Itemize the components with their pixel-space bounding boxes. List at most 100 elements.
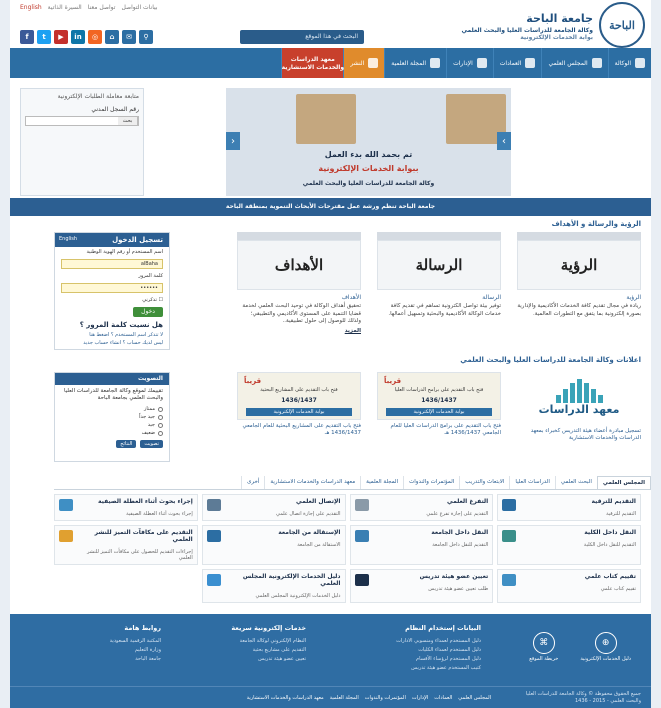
username-label: اسم المستخدم أو رقم الهوية الوطنية	[86, 249, 163, 255]
service-card[interactable]: التقديم على مكافآت التميز للنشر العلمي إج…	[54, 525, 198, 565]
service-card[interactable]: الإتصال العلمي التقديم على إجازة اتصال عل…	[201, 494, 346, 521]
service-card[interactable]: النقل داخل الكلية التقديم للنقل داخل الكل…	[497, 525, 641, 565]
footer-icon-link[interactable]: ⊕ دليل الخدمات الإلكترونية	[580, 632, 631, 662]
create-account-link[interactable]: ليس لديك حساب ؟ انشاء حساب جديد	[55, 339, 169, 347]
radio-icon[interactable]	[158, 406, 163, 412]
tracking-search-button[interactable]: بحث	[118, 117, 138, 125]
nav-item-institute[interactable]: معهد الدراسات والخدمات الاستشارية	[281, 48, 344, 78]
goals-card-header	[237, 232, 361, 240]
poll-option[interactable]: ممتاز	[55, 405, 169, 413]
radio-icon[interactable]	[158, 414, 163, 420]
english-link[interactable]: English	[20, 4, 42, 11]
slider-next-icon[interactable]: ›	[497, 132, 511, 150]
service-desc: التقديم على إجازة اتصال علمي	[276, 511, 341, 517]
goals-more-link[interactable]: المزيد	[237, 328, 361, 334]
tab-journal[interactable]: المجلة العلمية	[360, 476, 403, 489]
password-field[interactable]: ••••••	[61, 283, 163, 293]
nav-item-departments[interactable]: الإدارات	[446, 48, 493, 78]
login-button[interactable]: دخول	[133, 307, 163, 317]
username-field[interactable]: alBaha	[61, 259, 163, 269]
footer-link[interactable]: وزارة التعليم	[110, 647, 161, 653]
footer-link[interactable]: تعيين عضو هيئة تدريس	[231, 656, 306, 662]
service-card[interactable]: دليل الخدمات الإلكترونية المجلس العلمي دل…	[201, 569, 346, 603]
tab-graduate-studies[interactable]: الدراسات العليا	[509, 476, 555, 489]
radio-icon[interactable]	[158, 422, 163, 428]
footer-bottom-link[interactable]: العمادات	[434, 695, 452, 701]
poll-option[interactable]: جيد جداً	[55, 413, 169, 421]
announcement-image-title: فتح باب التقديم على المشاريع البحثية	[260, 387, 338, 393]
service-card[interactable]: التفرغ العلمي التقديم على إجازة تفرغ علمي	[349, 494, 494, 521]
nav-item-deanships[interactable]: العمادات	[492, 48, 542, 78]
poll-option[interactable]: جيد	[55, 421, 169, 429]
search-input[interactable]: البحث في هذا الموقع	[240, 30, 364, 44]
service-title: التقديم للترقية	[591, 498, 637, 505]
footer-icon-link[interactable]: ⌘ خريطة الموقع	[529, 632, 558, 662]
tab-scientific-council[interactable]: المجلس العلمي	[596, 476, 651, 489]
announcement-card[interactable]: قريباً فتح باب التقديم على المشاريع البح…	[237, 372, 361, 452]
footer-link[interactable]: دليل المستخدم لرؤساء الأقسام	[396, 656, 481, 662]
footer-link[interactable]: دليل المستخدم لعمداء الكليات	[396, 647, 481, 653]
footer-bottom-link[interactable]: المجلس العلمي	[458, 695, 491, 701]
goals-card[interactable]: الأهداف الأهداف تحقيق أهداف الوكالة في ت…	[237, 232, 361, 350]
footer-bottom-link[interactable]: الإدارات	[412, 695, 428, 701]
footer-link[interactable]: التقديم على مشاريع بحثية	[231, 647, 306, 653]
footer-bottom-link[interactable]: المؤتمرات والندوات	[365, 695, 406, 701]
rss-icon[interactable]: ◎	[88, 30, 102, 44]
login-english-link[interactable]: English	[59, 236, 77, 242]
mail-icon[interactable]: ✉	[122, 30, 136, 44]
search-icon[interactable]: ⚲	[139, 30, 153, 44]
footer-bottom-link[interactable]: معهد الدراسات والخدمات الاستشارية	[247, 695, 324, 701]
tab-institute[interactable]: معهد الدراسات والخدمات الاستشارية	[264, 476, 360, 489]
nav-item-journal[interactable]: المجلة العلمية	[384, 48, 446, 78]
footer-link[interactable]: دليل المستخدم لعمداء ومنسوبي الادارات	[396, 638, 481, 644]
poll-option-label: ضعيف	[141, 430, 155, 437]
service-card[interactable]: التقديم للترقية التقديم للترقية	[497, 494, 641, 521]
news-slider[interactable]: تم بحمد الله بدء العمل ببوابة الخدمات ال…	[226, 88, 511, 196]
vision-card[interactable]: الرؤية الرؤية ريادة في مجال تقديم كافة ا…	[517, 232, 641, 350]
footer-link[interactable]: جامعة الباحة	[110, 656, 161, 662]
poll-option[interactable]: ضعيف	[55, 429, 169, 437]
footer-link[interactable]: المكتبة الرقمية السعودية	[110, 638, 161, 644]
service-icon	[502, 499, 517, 511]
service-card[interactable]: تقييم كتاب علمي تقييم كتاب علمي	[497, 569, 641, 603]
announcement-card[interactable]: قريباً فتح باب التقديم على برامج الدراسا…	[377, 372, 501, 452]
slider-prev-icon[interactable]: ‹	[226, 132, 240, 150]
radio-icon[interactable]	[158, 430, 163, 436]
service-title: إجراء بحوث أثناء العطلة الصيفية	[98, 498, 193, 505]
remember-me-checkbox[interactable]: ☐ تذكرني	[55, 295, 169, 305]
poll-results-button[interactable]: النتائج	[116, 440, 137, 449]
poll-vote-button[interactable]: تصويت	[140, 440, 163, 449]
announcement-image: قريباً فتح باب التقديم على المشاريع البح…	[237, 372, 361, 420]
university-logo[interactable]: الباحة	[599, 2, 645, 48]
nav-item-agency[interactable]: الوكالة	[607, 48, 651, 78]
sitemap-icon[interactable]: ⌂	[105, 30, 119, 44]
tracking-input[interactable]: بحث	[25, 116, 139, 126]
tab-conferences[interactable]: المؤتمرات والندوات	[403, 476, 459, 489]
tab-other[interactable]: أخرى	[241, 476, 264, 489]
top-link-cv[interactable]: السيرة الذاتية	[48, 4, 82, 11]
service-card[interactable]: النقل داخل الجامعة التقديم للنقل داخل الج…	[349, 525, 494, 565]
top-link-contact-info[interactable]: بيانات التواصل	[121, 4, 157, 11]
service-card[interactable]: إجراء بحوث أثناء العطلة الصيفية إجراء بحو…	[54, 494, 198, 521]
forgot-username-link[interactable]: لا تتذكر اسم المستخدم ؟ اضغط هنا	[55, 331, 169, 339]
linkedin-icon[interactable]: in	[71, 30, 85, 44]
service-card[interactable]: تعيين عضو هيئة تدريس طلب تعيين عضو هيئة ت…	[349, 569, 494, 603]
news-ticker[interactable]: جامعة الباحة تنظم ورشة عمل مقترحات الأبح…	[10, 198, 651, 216]
top-link-contact-us[interactable]: تواصل معنا	[88, 4, 116, 11]
institute-caption[interactable]: تسجيل مبادرة أعضاء هيئة التدريس كخبراء ب…	[517, 428, 641, 442]
twitter-icon[interactable]: t	[37, 30, 51, 44]
institute-logo[interactable]: معهد الدراسات	[517, 372, 641, 422]
service-card[interactable]: الإستقالة من الجامعة الاستقالة من الجامعة	[201, 525, 346, 565]
announcement-image: قريباً فتح باب التقديم على برامج الدراسا…	[377, 372, 501, 420]
nav-item-publishing[interactable]: النشر	[343, 48, 385, 78]
service-icon	[502, 574, 517, 586]
nav-item-scientific-council[interactable]: المجلس العلمي	[541, 48, 607, 78]
youtube-icon[interactable]: ▶	[54, 30, 68, 44]
footer-link[interactable]: النظام الإلكتروني لوكالة الجامعة	[231, 638, 306, 644]
tab-scientific-research[interactable]: البحث العلمي	[554, 476, 597, 489]
facebook-icon[interactable]: f	[20, 30, 34, 44]
mission-card[interactable]: الرسالة الرسالة توفير بيئة تواصل الكترون…	[377, 232, 501, 350]
tab-scholarships[interactable]: الابتعاث والتدريب	[459, 476, 509, 489]
footer-link[interactable]: كتيب المستخدم عضو هيئة تدريس	[396, 665, 481, 671]
footer-bottom-link[interactable]: المجلة العلمية	[330, 695, 359, 701]
